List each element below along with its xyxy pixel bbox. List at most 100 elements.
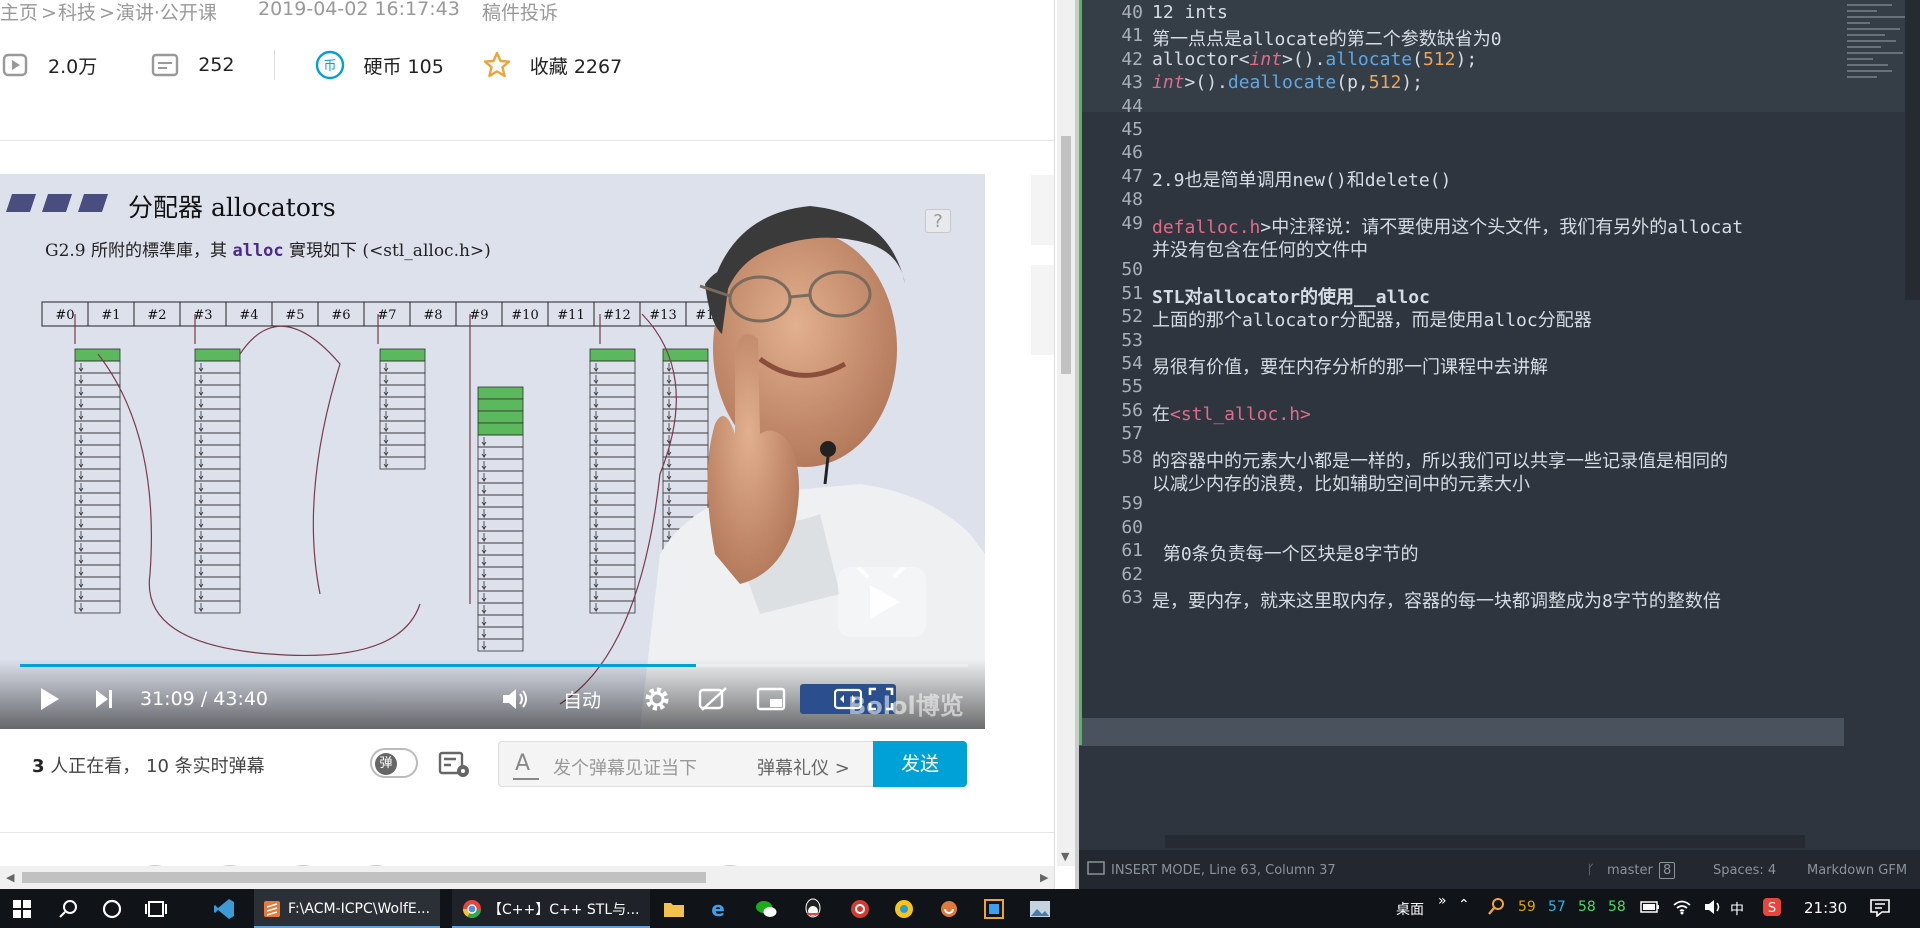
wifi-icon[interactable] (1672, 899, 1692, 919)
bin-label: #5 (285, 308, 304, 323)
speaker-icon[interactable] (1704, 899, 1722, 919)
taskbar-app-chrome[interactable]: 【C++】C++ STL与... (452, 889, 650, 928)
play-button[interactable] (34, 684, 64, 714)
indentation-setting[interactable]: Spaces: 4 (1713, 863, 1776, 878)
code-token: allocate (1325, 48, 1413, 70)
quality-button[interactable]: 自动 (563, 684, 601, 714)
bin-label: #4 (239, 308, 258, 323)
horizontal-scrollbar[interactable]: ◀ ▶ (0, 866, 1054, 889)
qq-app[interactable] (795, 889, 831, 928)
cortana-button[interactable] (94, 889, 130, 928)
line-number: 59 (1121, 493, 1143, 515)
star-icon (482, 50, 512, 80)
next-button[interactable] (90, 684, 118, 714)
volume-button[interactable] (500, 684, 530, 714)
syntax-setting[interactable]: Markdown GFM (1807, 863, 1907, 878)
favorite-count: 收藏 2267 (529, 55, 623, 78)
code-token: 以减少内存的浪费，比如辅助空间中的元素大小 (1152, 474, 1530, 495)
text-style-icon[interactable]: A (515, 751, 530, 776)
task-view-button[interactable] (138, 889, 174, 928)
bin-label: #1 (101, 308, 120, 323)
danmaku-input[interactable]: A 发个弹幕见证当下 弹幕礼仪 > (498, 741, 873, 787)
vscode-app[interactable] (206, 889, 242, 928)
desktop-toolbar[interactable]: 桌面 (1396, 899, 1424, 919)
netease-music-app[interactable] (842, 889, 878, 928)
tray-search-icon[interactable] (1488, 897, 1504, 919)
danmaku-off-button[interactable] (697, 684, 729, 714)
ime-indicator[interactable]: 中 (1730, 899, 1744, 919)
line-number: 49 (1121, 212, 1143, 234)
toolbar-expand-icon[interactable]: » (1438, 893, 1447, 909)
report-link[interactable]: 稿件投诉 (482, 0, 558, 25)
coin-count: 硬币 105 (363, 55, 444, 78)
image-viewer-app[interactable] (1022, 889, 1058, 928)
app-grid-app[interactable] (976, 889, 1012, 928)
breadcrumb-talks[interactable]: 演讲·公开课 (116, 2, 217, 24)
sogou-ime-icon[interactable]: S (1762, 897, 1782, 921)
scroll-left-icon[interactable]: ◀ (6, 871, 14, 884)
line-number: 48 (1121, 189, 1143, 211)
tray-monitor-value: 59 (1518, 899, 1536, 915)
code-editor[interactable]: 40 12 ints 41 第一点点是allocate的第二个参数缺省为0 42 allo… (1079, 0, 1920, 889)
start-button[interactable] (0, 889, 44, 928)
video-player[interactable]: 分配器 allocators G2.9 所附的標準庫，其 alloc 實現如下 … (0, 174, 985, 729)
clock[interactable]: 21:30 (1804, 899, 1847, 917)
live-danmaku-count: 10 条实时弹幕 (146, 756, 265, 777)
danmaku-count-value: 252 (198, 54, 235, 76)
line-number: 62 (1121, 563, 1143, 585)
time-separator: / (200, 688, 208, 710)
code-token: 第一点点是 (1152, 29, 1242, 51)
bin-label: #2 (147, 308, 166, 323)
battery-icon[interactable] (1640, 901, 1660, 917)
horizontal-scroll-thumb[interactable] (22, 872, 706, 883)
coin-button[interactable]: 币 硬币 105 (315, 50, 444, 80)
taskbar-app-sublime[interactable]: F:\ACM-ICPC\WolfE... (254, 889, 440, 928)
bin-label: #7 (377, 308, 396, 323)
snail-app[interactable] (930, 889, 966, 928)
line-number: 57 (1121, 423, 1143, 445)
tray-expand-icon[interactable]: ⌃ (1458, 897, 1470, 913)
danmaku-count-icon (150, 50, 180, 80)
text-style-underline (513, 778, 539, 780)
code-line: 的容器中的元素大小都是一样的，所以我们可以共享一些记录值是相同的 (1152, 447, 1728, 473)
danmaku-settings-button[interactable] (438, 749, 472, 779)
pip-button[interactable] (755, 684, 787, 714)
wechat-app[interactable] (748, 889, 784, 928)
scroll-down-icon[interactable]: ▼ (1061, 850, 1069, 863)
qq-browser-app[interactable] (886, 889, 922, 928)
favorite-button[interactable]: 收藏 2267 (482, 50, 622, 80)
code-line: STL对allocator的使用__alloc (1152, 283, 1430, 309)
terminal-icon[interactable] (1087, 861, 1105, 879)
code-token: 并没有包含在任何的文件中 (1152, 240, 1368, 261)
free-list-column (194, 348, 241, 614)
editor-scrollbar[interactable] (1905, 0, 1920, 300)
send-danmaku-button[interactable]: 发送 (873, 741, 967, 787)
editor-horizontal-scrollbar[interactable] (1165, 835, 1805, 848)
breadcrumb-home[interactable]: 主页 (0, 2, 38, 24)
settings-button[interactable] (642, 684, 672, 714)
sidebar-placeholder (1031, 175, 1054, 245)
big-play-button[interactable] (838, 565, 926, 637)
watching-info: 3 人正在看， 10 条实时弹幕 (32, 752, 265, 778)
line-number: 41 (1121, 25, 1143, 47)
breadcrumb-tech[interactable]: 科技 (58, 2, 96, 24)
free-list-column (379, 348, 426, 470)
vertical-scrollbar[interactable]: ▼ (1057, 0, 1075, 866)
gear-icon (645, 687, 669, 711)
edge-app[interactable]: e (700, 889, 736, 928)
danmaku-toggle[interactable]: 弹 (370, 748, 418, 778)
qq-browser-icon (895, 899, 913, 918)
watching-count: 3 (32, 756, 45, 777)
scroll-right-icon[interactable]: ▶ (1040, 871, 1048, 884)
code-line: 第0条负责每一个区块是8字节的 (1152, 540, 1419, 566)
bin-label: #11 (557, 308, 584, 323)
code-token: >中注释说：请不要使用这个头文件，我们有另外的allocat (1260, 216, 1744, 238)
search-button[interactable] (50, 889, 86, 928)
danmaku-etiquette-link[interactable]: 弹幕礼仪 > (757, 754, 850, 780)
vertical-scroll-thumb[interactable] (1061, 136, 1071, 374)
progress-bar[interactable] (20, 664, 968, 667)
git-branch[interactable]: master (1607, 863, 1653, 878)
notification-icon[interactable] (1870, 899, 1890, 921)
line-number: 63 (1121, 587, 1143, 608)
file-explorer-app[interactable] (656, 889, 692, 928)
